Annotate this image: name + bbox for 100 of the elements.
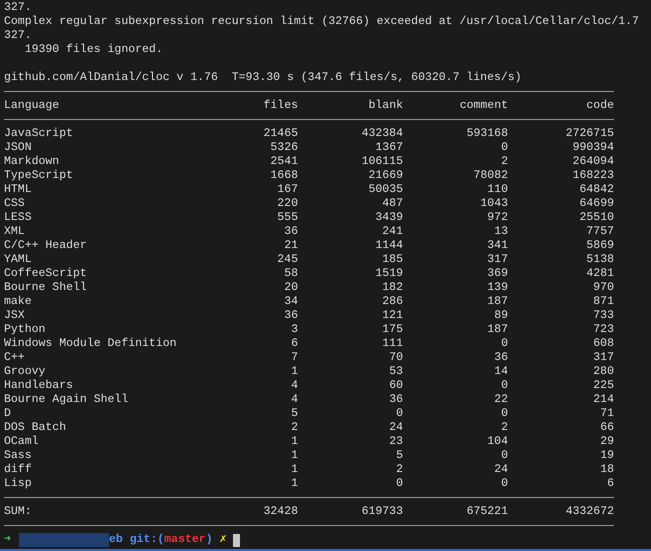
- table-cell-text: 111: [381, 337, 403, 351]
- table-cell-text: 0: [500, 407, 508, 421]
- prompt-arrow: ➜: [4, 533, 11, 547]
- table-cell-text: 1: [290, 463, 298, 477]
- table-cell-text: 89: [493, 309, 508, 323]
- table-cell-text: Python: [4, 323, 46, 337]
- table-cell-text: 4: [290, 393, 298, 407]
- table-cell-text: 369: [486, 267, 508, 281]
- table-cell-text: Bourne Again Shell: [4, 393, 130, 407]
- table-cell-text: 5326: [269, 141, 298, 155]
- table-cell-text: JSON: [4, 141, 33, 155]
- table-cell-text: 2: [290, 421, 298, 435]
- table-cell-text: 21: [283, 239, 298, 253]
- table-cell-text: 970: [592, 281, 614, 295]
- output-line: Complex regular subexpression recursion limit (32766) exceeded at /usr/local/Cellar/cloc/1.7: [4, 15, 639, 28]
- table-cell-text: 185: [381, 253, 403, 267]
- table-cell-text: 36: [283, 225, 298, 239]
- table-cell-text: D: [4, 407, 12, 421]
- table-cell-text: 225: [592, 379, 614, 393]
- table-cell-text: 1668: [269, 169, 298, 183]
- table-cell-text: C/C++ Header: [4, 239, 88, 253]
- output-line: 327.: [4, 1, 32, 14]
- table-cell-text: 66: [599, 421, 614, 435]
- sum-cell-text: 4332672: [564, 505, 614, 519]
- version-line: github.com/AlDanial/cloc v 1.76 T=93.30 s (347.6 files/s, 60320.7 lines/s): [4, 71, 522, 84]
- table-cell-text: 241: [381, 225, 403, 239]
- table-cell-text: 187: [486, 295, 508, 309]
- table-cell-text: 280: [592, 365, 614, 379]
- table-cell-text: 245: [276, 253, 298, 267]
- table-cell-text: 3439: [374, 211, 403, 225]
- git-label: ): [206, 533, 213, 547]
- table-cell-text: 972: [486, 211, 508, 225]
- table-cell-text: 187: [486, 323, 508, 337]
- table-cell-text: 21669: [367, 169, 403, 183]
- table-cell-text: 0: [395, 477, 403, 491]
- table-cell-text: 1043: [479, 197, 508, 211]
- table-cell-text: make: [4, 295, 33, 309]
- table-cell-text: Handlebars: [4, 379, 74, 393]
- table-cell-text: 20: [283, 281, 298, 295]
- table-cell-text: 36: [283, 309, 298, 323]
- table-cell-text: 593168: [466, 127, 508, 141]
- column-header: code: [585, 99, 614, 113]
- table-cell-text: 121: [381, 309, 403, 323]
- output-line: 327.: [4, 29, 32, 42]
- table-cell-text: 104: [486, 435, 508, 449]
- text-cursor: [232, 534, 240, 546]
- table-cell-text: HTML: [4, 183, 33, 197]
- table-cell-text: 24: [493, 463, 508, 477]
- table-cell-text: 0: [500, 141, 508, 155]
- table-cell-text: 60: [388, 379, 403, 393]
- table-cell-text: 432384: [360, 127, 403, 141]
- table-cell-text: 24: [388, 421, 403, 435]
- table-cell-text: 1: [290, 477, 298, 491]
- table-cell-text: OCaml: [4, 435, 40, 449]
- table-cell-text: 106115: [360, 155, 403, 169]
- table-cell-text: 18: [599, 463, 614, 477]
- table-cell-text: 14: [493, 365, 508, 379]
- column-header: blank: [367, 99, 403, 113]
- table-cell-text: 214: [592, 393, 614, 407]
- table-cell-text: 2: [500, 155, 508, 169]
- table-cell-text: 0: [500, 337, 508, 351]
- table-cell-text: 723: [592, 323, 614, 337]
- table-cell-text: DOS Batch: [4, 421, 68, 435]
- table-cell-text: 2541: [269, 155, 298, 169]
- table-cell-text: 317: [592, 351, 614, 365]
- table-cell-text: 182: [381, 281, 403, 295]
- table-cell-text: 25510: [578, 211, 614, 225]
- table-cell-text: 50035: [367, 183, 403, 197]
- table-cell-text: 53: [388, 365, 403, 379]
- sum-cell-text: 32428: [262, 505, 298, 519]
- table-cell-text: diff: [4, 463, 33, 477]
- column-header: Language: [4, 99, 60, 113]
- table-cell-text: 168223: [572, 169, 614, 183]
- table-cell-text: 6: [606, 477, 614, 491]
- table-cell-text: 0: [395, 407, 403, 421]
- table-cell-text: 2: [500, 421, 508, 435]
- table-cell-text: 175: [381, 323, 403, 337]
- directory-name: eb: [108, 533, 123, 547]
- table-cell-text: 317: [486, 253, 508, 267]
- column-header: files: [262, 99, 298, 113]
- table-cell-text: 286: [381, 295, 403, 309]
- table-cell-text: 29: [599, 435, 614, 449]
- table-cell-text: Lisp: [4, 477, 33, 491]
- table-cell-text: TypeScript: [4, 169, 74, 183]
- table-cell-text: 733: [592, 309, 614, 323]
- table-cell-text: 4: [290, 379, 298, 393]
- table-cell-text: 23: [388, 435, 403, 449]
- table-cell-text: Bourne Shell: [4, 281, 88, 295]
- table-cell-text: 13: [493, 225, 508, 239]
- table-cell-text: 3: [290, 323, 298, 337]
- table-cell-text: Markdown: [4, 155, 60, 169]
- table-cell-text: 78082: [472, 169, 508, 183]
- column-header: comment: [458, 99, 508, 113]
- table-cell-text: JSX: [4, 309, 26, 323]
- table-cell-text: 5869: [585, 239, 614, 253]
- table-cell-text: 6: [290, 337, 298, 351]
- table-cell-text: Windows Module Definition: [4, 337, 178, 351]
- table-cell-text: C++: [4, 351, 26, 365]
- table-cell-text: 36: [493, 351, 508, 365]
- table-cell-text: 5: [395, 449, 403, 463]
